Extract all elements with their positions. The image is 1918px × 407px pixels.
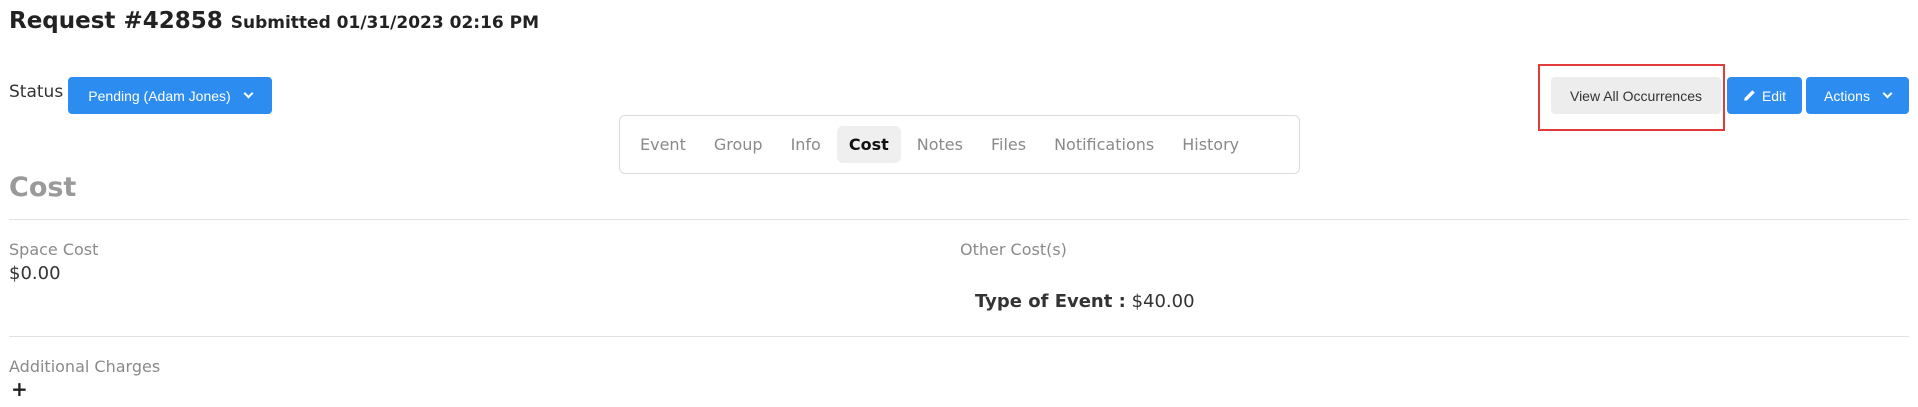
additional-charges-label: Additional Charges xyxy=(9,357,161,376)
tab-cost[interactable]: Cost xyxy=(836,126,901,163)
actions-dropdown-button[interactable]: Actions xyxy=(1806,77,1909,114)
edit-label: Edit xyxy=(1761,87,1787,104)
type-of-event-label: Type of Event : xyxy=(975,291,1126,312)
chevron-down-icon xyxy=(1882,88,1893,99)
edit-button[interactable]: Edit xyxy=(1727,77,1802,114)
tab-history[interactable]: History xyxy=(1170,126,1251,163)
other-costs-label: Other Cost(s) xyxy=(960,240,1067,259)
tab-bar: Event Group Info Cost Notes Files Notifi… xyxy=(619,115,1300,174)
tab-files[interactable]: Files xyxy=(979,126,1038,163)
status-value: Pending (Adam Jones) xyxy=(88,87,231,104)
space-cost-label: Space Cost xyxy=(9,240,99,259)
chevron-down-icon xyxy=(243,88,254,99)
pencil-icon xyxy=(1744,90,1755,101)
tab-notes[interactable]: Notes xyxy=(905,126,975,163)
type-of-event-row: Type of Event : $40.00 xyxy=(975,291,1195,312)
submitted-timestamp: Submitted 01/31/2023 02:16 PM xyxy=(230,13,540,33)
status-label: Status xyxy=(9,82,64,102)
page-header: Request #42858 Submitted 01/31/2023 02:1… xyxy=(9,8,539,34)
view-all-occurrences-button[interactable]: View All Occurrences xyxy=(1551,77,1721,114)
request-title: Request #42858 xyxy=(9,8,223,34)
type-of-event-value: $40.00 xyxy=(1131,291,1195,312)
space-cost-value: $0.00 xyxy=(9,263,61,284)
tab-info[interactable]: Info xyxy=(779,126,833,163)
actions-label: Actions xyxy=(1824,87,1870,104)
add-charge-button[interactable]: + xyxy=(11,377,28,401)
tab-group[interactable]: Group xyxy=(702,126,775,163)
divider xyxy=(9,219,1909,220)
divider xyxy=(9,336,1909,337)
tab-notifications[interactable]: Notifications xyxy=(1042,126,1166,163)
status-dropdown-button[interactable]: Pending (Adam Jones) xyxy=(68,77,272,114)
section-title: Cost xyxy=(9,172,77,203)
tab-event[interactable]: Event xyxy=(628,126,698,163)
